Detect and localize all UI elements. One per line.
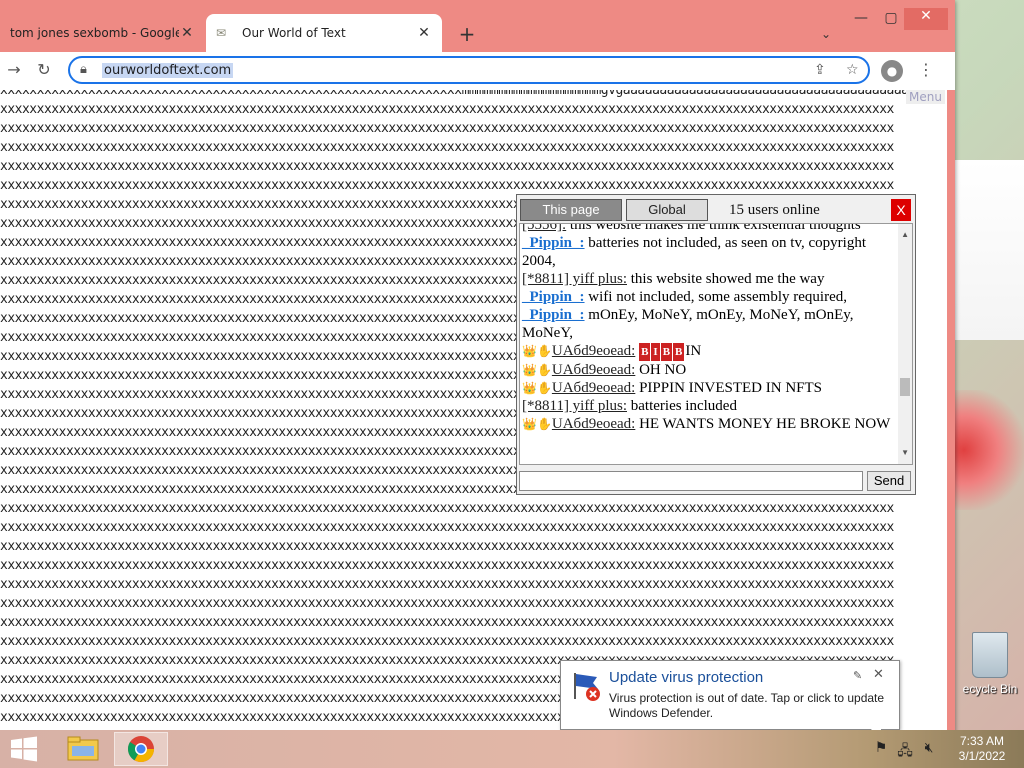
- chat-nickname[interactable]: _Pippin_:: [522, 307, 585, 323]
- crown-badge-icon: 👑✋: [522, 344, 552, 358]
- recycle-bin[interactable]: ecycle Bin: [956, 632, 1024, 696]
- chrome-taskbar-icon[interactable]: [114, 732, 168, 766]
- chat-message: [*8811] yiff plus: batteries included: [522, 397, 894, 415]
- chat-message: [*8811] yiff plus: this website showed m…: [522, 270, 894, 288]
- chat-nickname[interactable]: [*8811] yiff plus:: [522, 398, 627, 414]
- chat-text: batteries included: [627, 398, 737, 414]
- clock-time: 7:33 AM: [959, 734, 1005, 748]
- chat-text: OH NO: [635, 362, 687, 378]
- scroll-down-icon[interactable]: ▼: [901, 444, 909, 462]
- volume-muted-icon[interactable]: 🔇︎: [920, 740, 938, 758]
- tab-strip: tom jones sexbomb - Google Se ✕ ✉ Our Wo…: [0, 0, 955, 52]
- chat-log[interactable]: [5556]: this website makes me think exis…: [519, 223, 913, 465]
- chat-text: IN: [685, 343, 702, 359]
- chat-nickname[interactable]: [*8811] yiff plus:: [522, 271, 627, 287]
- chat-message: 👑✋UAбd9eoead: B I B B IN: [522, 342, 894, 361]
- chat-message: 👑✋UAбd9eoead: HE WANTS MONEY HE BROKE NO…: [522, 415, 894, 433]
- tab-title: tom jones sexbomb - Google Se: [10, 26, 179, 40]
- crown-badge-icon: 👑✋: [522, 363, 552, 377]
- notification-title: Update virus protection: [609, 669, 764, 686]
- taskbar-clock[interactable]: 7:33 AM 3/1/2022: [950, 734, 1014, 764]
- scroll-up-icon[interactable]: ▲: [901, 226, 909, 244]
- recycle-bin-label: ecycle Bin: [962, 682, 1018, 696]
- tab-search-button[interactable]: ⌄: [816, 27, 836, 45]
- chat-text: HE WANTS MONEY HE BROKE NOW: [635, 416, 891, 432]
- owot-favicon-icon: ✉: [216, 26, 227, 40]
- chat-text: this website makes me think existential …: [566, 223, 861, 233]
- recycle-bin-icon: [972, 632, 1008, 678]
- clock-date: 3/1/2022: [958, 749, 1006, 763]
- browser-menu-icon[interactable]: ⋮: [918, 60, 934, 79]
- browser-toolbar: → ↻ 🔒︎ ourworldoftext.com ⇪ ☆: [0, 52, 955, 90]
- chat-input[interactable]: [519, 471, 863, 491]
- chat-nickname[interactable]: _Pippin_:: [522, 235, 585, 251]
- chat-tab-this-page[interactable]: This page: [520, 199, 622, 221]
- action-center-flag-icon[interactable]: ⚑: [872, 740, 890, 758]
- bookmark-star-icon[interactable]: ☆: [846, 62, 859, 78]
- chat-message: 👑✋UAбd9eoead: OH NO: [522, 361, 894, 379]
- chat-message: 👑✋UAбd9eoead: PIPPIN INVESTED IN NFTS: [522, 379, 894, 397]
- chat-close-button[interactable]: X: [891, 199, 911, 221]
- share-icon[interactable]: ⇪: [814, 62, 826, 78]
- defender-notification[interactable]: Update virus protection Virus protection…: [560, 660, 900, 741]
- chat-text: this website showed me the way: [627, 271, 825, 287]
- chat-text: PIPPIN INVESTED IN NFTS: [635, 380, 823, 396]
- owot-menu-button[interactable]: Menu: [906, 90, 945, 104]
- taskbar: ⚑ 🖧︎ 🔇︎ 7:33 AM 3/1/2022: [0, 730, 1024, 768]
- crown-badge-icon: 👑✋: [522, 417, 552, 431]
- red-letter-tag: B: [673, 343, 685, 361]
- new-tab-button[interactable]: +: [456, 24, 478, 46]
- defender-flag-icon: [574, 673, 600, 701]
- notification-body: Virus protection is out of date. Tap or …: [609, 691, 885, 720]
- chat-scrollbar[interactable]: ▲ ▼: [898, 224, 912, 464]
- chat-nickname[interactable]: [5556]:: [522, 224, 566, 233]
- chat-messages: [5556]: this website makes me think exis…: [522, 223, 894, 433]
- lock-icon[interactable]: 🔒︎: [80, 62, 87, 77]
- tab-title: Our World of Text: [242, 26, 346, 40]
- scroll-thumb[interactable]: [900, 378, 910, 396]
- crown-badge-icon: 👑✋: [522, 381, 552, 395]
- windows-start-icon[interactable]: [10, 736, 38, 762]
- network-icon[interactable]: 🖧︎: [896, 740, 914, 759]
- chat-message: [5556]: this website makes me think exis…: [522, 223, 894, 234]
- chat-nickname[interactable]: UAбd9eoead:: [552, 380, 635, 396]
- notification-close-icon[interactable]: ✕: [873, 667, 884, 682]
- minimize-button[interactable]: —: [846, 10, 876, 32]
- chat-nickname[interactable]: UAбd9eoead:: [552, 416, 635, 432]
- users-online-count: 15 users online: [729, 202, 820, 218]
- chat-nickname[interactable]: _Pippin_:: [522, 289, 585, 305]
- window-close-button[interactable]: ✕: [904, 8, 948, 30]
- chat-nickname[interactable]: UAбd9eoead:: [552, 362, 635, 378]
- chat-message: _Pippin_: mOnEy, MoNeY, mOnEy, MoNeY, mO…: [522, 306, 894, 342]
- tab-our-world-of-text[interactable]: ✉ Our World of Text ✕: [206, 14, 442, 52]
- address-bar[interactable]: 🔒︎ ourworldoftext.com ⇪ ☆: [68, 56, 870, 84]
- forward-button[interactable]: →: [2, 60, 26, 82]
- tab-close-icon[interactable]: ✕: [179, 25, 195, 41]
- chat-message: _Pippin_: wifi not included, some assemb…: [522, 288, 894, 306]
- chat-message: _Pippin_: batteries not included, as see…: [522, 234, 894, 270]
- pin-icon[interactable]: ✎: [853, 669, 862, 682]
- chat-send-button[interactable]: Send: [867, 471, 911, 491]
- red-letter-tag: B: [639, 343, 651, 361]
- chat-window: This page Global 15 users online X [5556…: [516, 194, 916, 495]
- chat-tab-global[interactable]: Global: [626, 199, 708, 221]
- red-letter-tag: I: [651, 343, 660, 361]
- reload-button[interactable]: ↻: [32, 60, 56, 82]
- chat-nickname[interactable]: UAбd9eoead:: [552, 343, 635, 359]
- url-text[interactable]: ourworldoftext.com: [102, 63, 234, 78]
- chat-tabs: This page Global 15 users online X: [519, 199, 913, 221]
- profile-avatar-icon[interactable]: ●: [881, 60, 903, 82]
- desktop-highlight: [944, 160, 1024, 340]
- tab-close-icon[interactable]: ✕: [416, 25, 432, 41]
- red-letter-tag: B: [660, 343, 673, 361]
- tab-google-search[interactable]: tom jones sexbomb - Google Se ✕: [0, 14, 205, 52]
- file-explorer-icon[interactable]: [56, 732, 110, 766]
- maximize-button[interactable]: ▢: [876, 10, 906, 32]
- chat-text: wifi not included, some assembly require…: [584, 289, 847, 305]
